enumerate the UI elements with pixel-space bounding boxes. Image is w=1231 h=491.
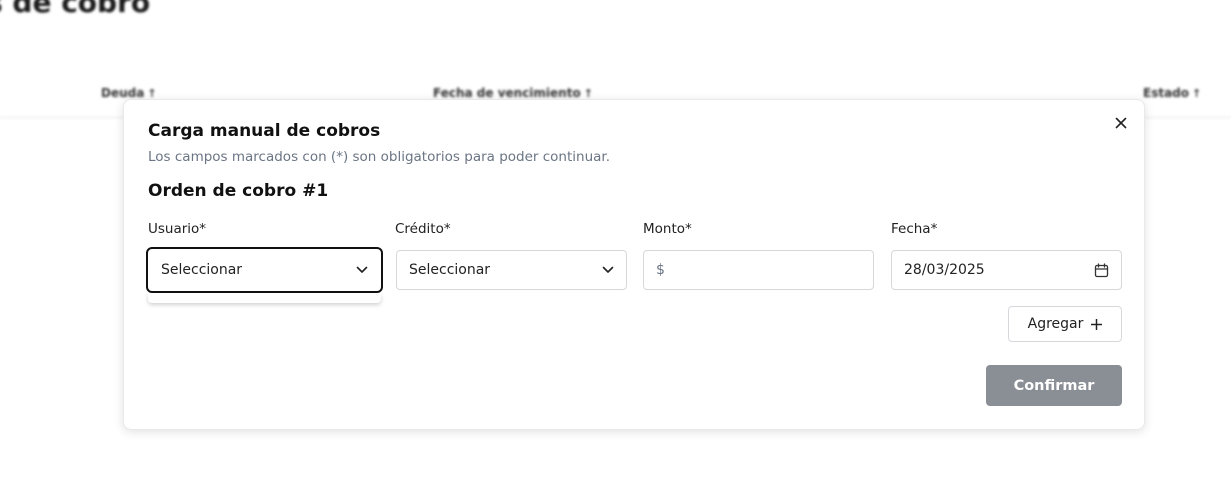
fecha-value: 28/03/2025 (904, 262, 985, 278)
monto-input[interactable] (670, 262, 861, 278)
modal-title: Carga manual de cobros (148, 121, 381, 141)
column-header-label: Estado (1143, 86, 1190, 100)
column-header-deuda[interactable]: Deuda ↑ (101, 86, 157, 100)
close-button[interactable] (1112, 114, 1130, 132)
fecha-label: Fecha* (891, 221, 938, 237)
column-header-label: Fecha de vencimiento (433, 86, 581, 100)
monto-label: Monto* (643, 221, 692, 237)
add-button-label: Agregar (1027, 316, 1084, 332)
usuario-select[interactable]: Seleccionar (146, 247, 383, 293)
calendar-icon[interactable] (1094, 262, 1109, 278)
credito-select[interactable]: Seleccionar (396, 250, 627, 290)
column-header-estado[interactable]: Estado ↑ (1143, 86, 1201, 100)
chevron-down-icon (356, 266, 368, 274)
sort-arrow-icon: ↑ (1192, 87, 1202, 100)
add-order-button[interactable]: Agregar (1008, 306, 1122, 342)
manual-charge-modal: Carga manual de cobros Los campos marcad… (123, 99, 1145, 430)
currency-prefix: $ (656, 262, 665, 278)
confirm-button[interactable]: Confirmar (986, 365, 1122, 406)
chevron-down-icon (602, 266, 614, 274)
order-title: Orden de cobro #1 (148, 181, 329, 201)
monto-field[interactable]: $ (643, 250, 874, 290)
modal-subtitle: Los campos marcados con (*) son obligato… (148, 149, 611, 165)
credito-select-value: Seleccionar (409, 262, 491, 278)
credito-label: Crédito* (395, 221, 451, 237)
close-icon (1115, 117, 1127, 129)
usuario-label: Usuario* (148, 221, 207, 237)
fecha-datepicker[interactable]: 28/03/2025 (891, 250, 1122, 290)
usuario-dropdown-menu (148, 293, 381, 303)
usuario-select-value: Seleccionar (161, 262, 243, 278)
page-title: s de cobro (0, 0, 151, 19)
column-header-label: Deuda (101, 86, 145, 100)
column-header-fecha-vencimiento[interactable]: Fecha de vencimiento ↑ (433, 86, 593, 100)
plus-icon (1091, 318, 1103, 330)
